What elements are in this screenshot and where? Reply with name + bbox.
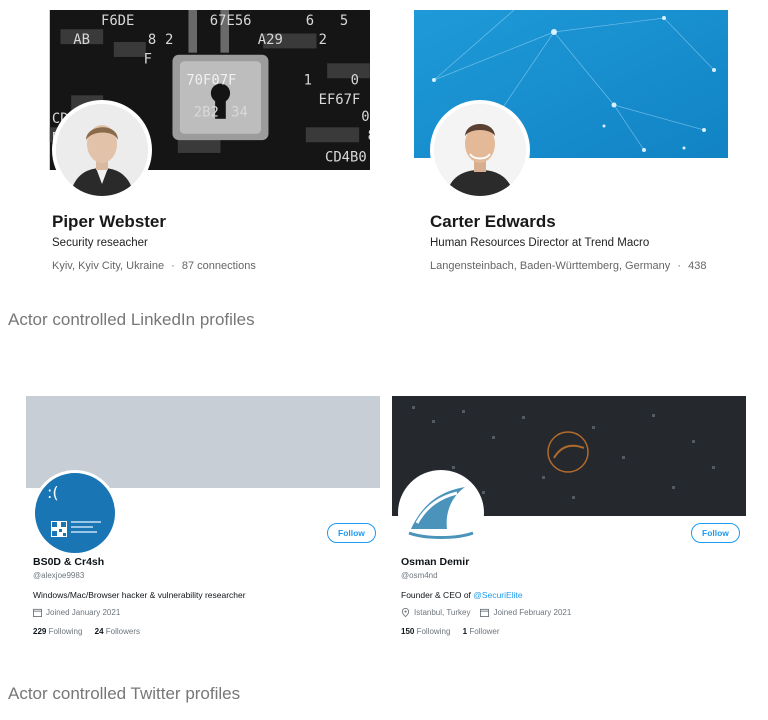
banner-code-text: AB xyxy=(73,32,90,48)
banner-code-text: EF67F xyxy=(319,92,361,108)
profile-location: Istanbul, Turkey xyxy=(414,608,471,617)
followers-label[interactable]: Follower xyxy=(469,627,499,636)
followers-count[interactable]: 1 xyxy=(463,627,467,636)
profile-counts: 229 Following 24 Followers xyxy=(33,627,150,636)
profile-bio: Founder & CEO of @SecuriElite xyxy=(401,590,523,600)
banner-code-text: CD4B0 xyxy=(325,149,367,165)
profile-location-joined-line: Istanbul, Turkey Joined February 2021 xyxy=(401,608,571,617)
avatar-text-lines xyxy=(71,521,101,533)
banner-code-text: 34 xyxy=(231,105,248,121)
profile-headline: Security reseacher xyxy=(52,237,148,249)
banner-code-text: F6DE xyxy=(101,13,134,29)
profile-location-line: Langensteinbach, Baden-Württemberg, Germ… xyxy=(430,260,706,272)
profile-location: Kyiv, Kyiv City, Ukraine xyxy=(52,260,165,272)
avatar[interactable] xyxy=(398,470,484,556)
banner-code-text: 5 xyxy=(340,13,348,29)
linkedin-caption: Actor controlled LinkedIn profiles xyxy=(8,310,255,329)
followers-label[interactable]: Followers xyxy=(106,627,140,636)
profile-joined-line: Joined January 2021 xyxy=(33,608,120,617)
followers-count[interactable]: 24 xyxy=(95,627,104,636)
following-label[interactable]: Following xyxy=(417,627,451,636)
banner-code-text: A29 xyxy=(258,32,283,48)
follow-button[interactable]: Follow xyxy=(691,523,740,543)
profile-location: Langensteinbach, Baden-Württemberg, Germ… xyxy=(430,260,671,272)
profile-bio: Windows/Mac/Browser hacker & vulnerabili… xyxy=(33,590,246,600)
following-label[interactable]: Following xyxy=(49,627,83,636)
linkedin-profile-card-carter[interactable]: Carter Edwards Human Resources Director … xyxy=(400,0,768,290)
twitter-profile-card-bsod[interactable]: :( Follow BS0D & Cr4sh @alexjoe9983 Wind… xyxy=(0,390,384,650)
banner-code-text: 2B2 xyxy=(194,105,219,121)
qr-code-icon xyxy=(51,521,67,537)
banner-code-text: 70F07F xyxy=(186,73,236,89)
avatar[interactable] xyxy=(52,100,152,200)
profile-connections[interactable]: 438 xyxy=(688,260,706,272)
calendar-icon xyxy=(480,608,490,617)
twitter-profile-card-osman[interactable]: Follow Osman Demir @osm4nd Founder & CEO… xyxy=(390,390,768,650)
profile-counts: 150 Following 1 Follower xyxy=(401,627,510,636)
person-photo-icon xyxy=(434,104,526,196)
banner-code-text: 2 xyxy=(165,32,173,48)
shark-fin-logo-icon xyxy=(401,473,481,553)
banner-code-text: 8 xyxy=(368,128,370,144)
following-count[interactable]: 150 xyxy=(401,627,414,636)
banner-code-text: 0 xyxy=(361,109,369,125)
separator-dot: · xyxy=(171,260,175,272)
banner-code-text: 0 xyxy=(351,73,359,89)
profile-location-line: Kyiv, Kyiv City, Ukraine · 87 connection… xyxy=(52,260,256,272)
banner-code-text: 6 xyxy=(306,13,314,29)
banner-code-text: F xyxy=(144,51,152,67)
avatar[interactable] xyxy=(430,100,530,200)
person-photo-icon xyxy=(56,104,148,196)
avatar-bsod-text: :( xyxy=(47,483,59,502)
profile-connections[interactable]: 87 connections xyxy=(182,260,256,272)
twitter-caption: Actor controlled Twitter profiles xyxy=(8,684,241,703)
banner-code-text: 67E56 xyxy=(210,13,252,29)
separator-dot: · xyxy=(677,260,682,272)
banner-code-text: 2 xyxy=(319,32,327,48)
calendar-icon xyxy=(33,608,42,617)
profile-name[interactable]: Carter Edwards xyxy=(430,212,556,232)
profile-joined: Joined January 2021 xyxy=(46,608,121,617)
profile-handle: @alexjoe9983 xyxy=(33,571,85,580)
profile-name[interactable]: Osman Demir xyxy=(401,556,469,568)
avatar[interactable]: :( xyxy=(32,470,118,556)
banner-code-text: 1 xyxy=(304,73,312,89)
bio-mention-link[interactable]: @SecuriElite xyxy=(473,590,522,600)
profile-headline: Human Resources Director at Trend Macro xyxy=(430,237,650,249)
profile-joined: Joined February 2021 xyxy=(493,608,572,617)
profile-name[interactable]: BS0D & Cr4sh xyxy=(33,556,104,568)
location-pin-icon xyxy=(401,608,410,617)
bio-text: Founder & CEO of xyxy=(401,590,471,600)
profile-handle: @osm4nd xyxy=(401,571,438,580)
following-count[interactable]: 229 xyxy=(33,627,46,636)
follow-button[interactable]: Follow xyxy=(327,523,376,543)
banner-code-text: 8 xyxy=(148,32,156,48)
linkedin-profile-card-piper[interactable]: F6DE 67E56 6 5 D AB 8 2 A29 2 F 70F07F 1… xyxy=(0,0,370,290)
profile-name[interactable]: Piper Webster xyxy=(52,212,166,232)
